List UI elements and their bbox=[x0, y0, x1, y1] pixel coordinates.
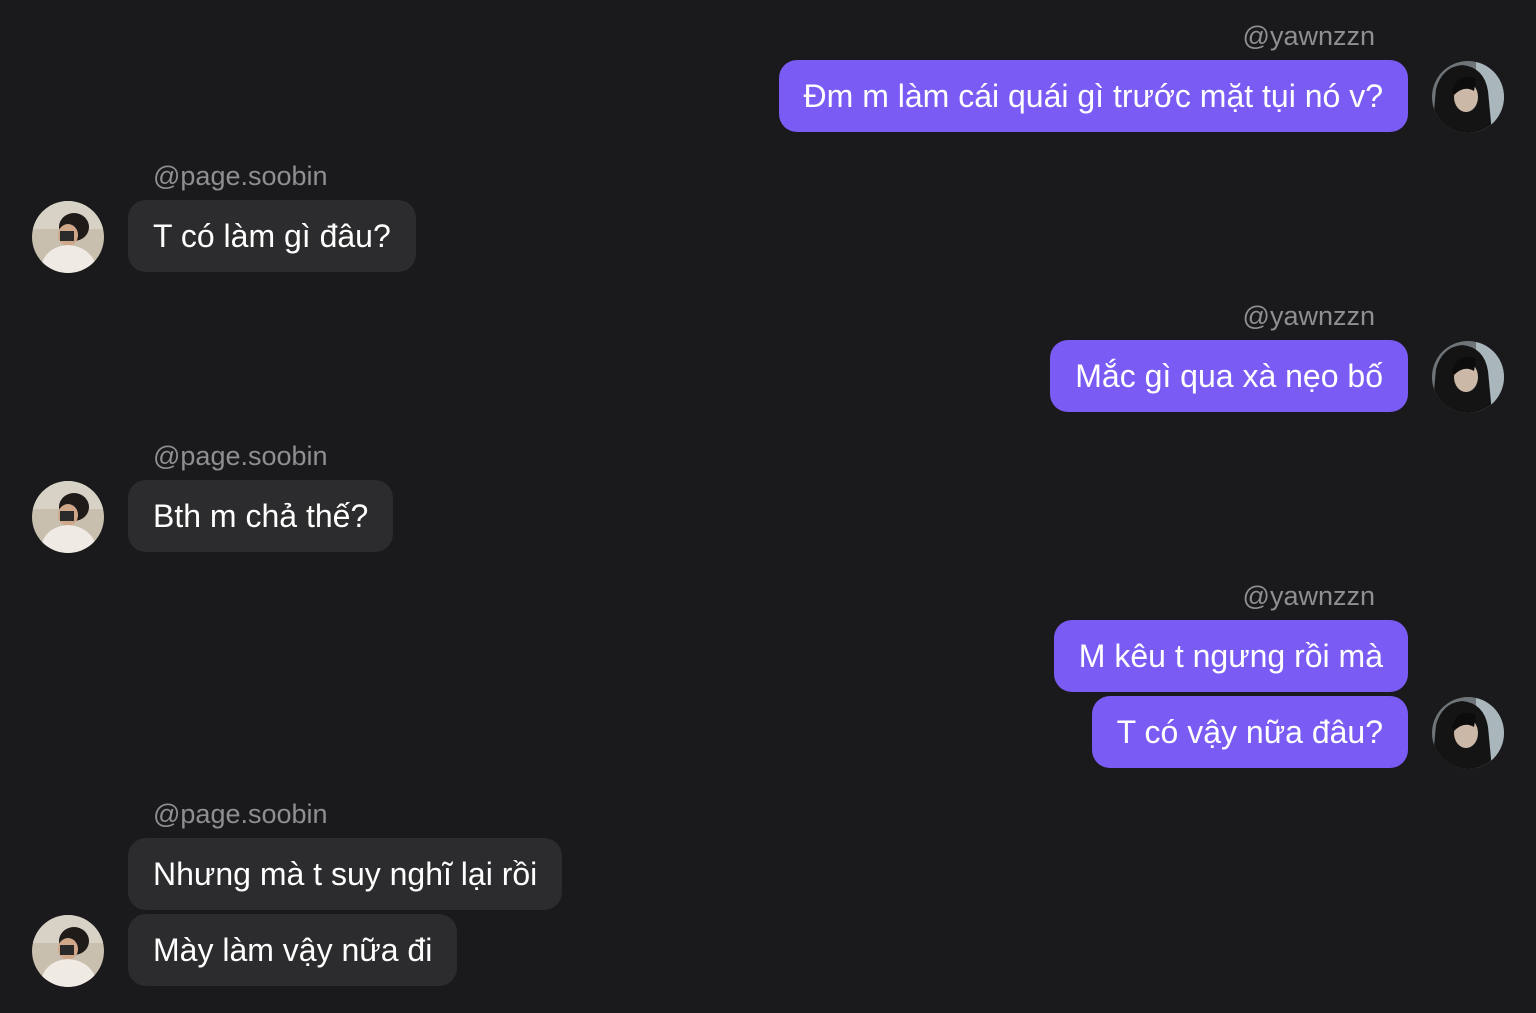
avatar-photo-icon bbox=[32, 201, 104, 273]
avatar-page-soobin[interactable] bbox=[32, 481, 104, 553]
avatar-photo-icon bbox=[32, 915, 104, 987]
avatar-photo-icon bbox=[1432, 341, 1504, 413]
message-bubble-received[interactable]: T có làm gì đâu? bbox=[128, 200, 416, 272]
message-bubble-received[interactable]: Mày làm vậy nữa đi bbox=[128, 914, 458, 986]
sender-username: @yawnzzn bbox=[1242, 581, 1375, 611]
sender-username: @yawnzzn bbox=[1242, 301, 1375, 331]
message-bubble-received[interactable]: Nhưng mà t suy nghĩ lại rồi bbox=[128, 838, 563, 910]
avatar-yawnzzn[interactable] bbox=[1432, 697, 1504, 769]
avatar-page-soobin[interactable] bbox=[32, 915, 104, 987]
chat-thread: @yawnzzn Đm m làm cái quái gì trước mặt … bbox=[0, 0, 1536, 1013]
message-bubble-sent[interactable]: T có vậy nữa đâu? bbox=[1091, 696, 1408, 768]
sender-username: @page.soobin bbox=[153, 161, 328, 191]
sender-username: @page.soobin bbox=[153, 799, 328, 829]
sender-username: @yawnzzn bbox=[1242, 21, 1375, 51]
avatar-page-soobin[interactable] bbox=[32, 201, 104, 273]
message-bubble-sent[interactable]: M kêu t ngưng rồi mà bbox=[1053, 620, 1408, 692]
sender-username: @page.soobin bbox=[153, 441, 328, 471]
message-bubble-received[interactable]: Bth m chả thế? bbox=[128, 480, 394, 552]
avatar-photo-icon bbox=[32, 481, 104, 553]
message-bubble-sent[interactable]: Đm m làm cái quái gì trước mặt tụi nó v? bbox=[778, 60, 1408, 132]
avatar-yawnzzn[interactable] bbox=[1432, 61, 1504, 133]
message-bubble-sent[interactable]: Mắc gì qua xà nẹo bố bbox=[1050, 340, 1408, 412]
avatar-yawnzzn[interactable] bbox=[1432, 341, 1504, 413]
avatar-photo-icon bbox=[1432, 61, 1504, 133]
avatar-photo-icon bbox=[1432, 697, 1504, 769]
